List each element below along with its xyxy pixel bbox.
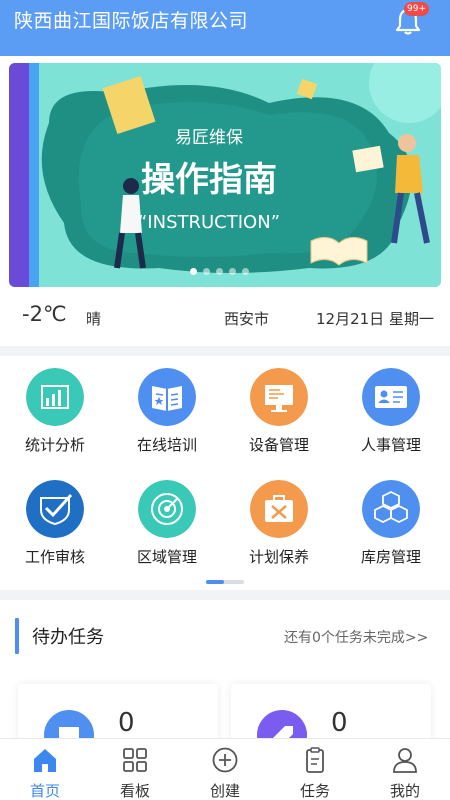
book-icon xyxy=(138,368,196,426)
module-label: 在线培训 xyxy=(136,436,197,454)
module-label: 区域管理 xyxy=(136,548,197,566)
carousel-dot[interactable] xyxy=(242,268,249,275)
tab-label: 看板 xyxy=(119,782,150,800)
tab-create[interactable]: 创建 xyxy=(180,738,270,800)
module-label: 计划保养 xyxy=(248,548,309,566)
module-label: 库房管理 xyxy=(360,548,421,566)
clipboard-icon xyxy=(306,747,324,773)
module-label: 人事管理 xyxy=(360,436,421,454)
grid-icon xyxy=(123,748,147,772)
banner-subline: “INSTRUCTION” xyxy=(138,212,280,233)
carousel-indicator xyxy=(190,268,249,275)
banner-carousel[interactable]: 易匠维保 操作指南 “INSTRUCTION” xyxy=(9,63,441,287)
module-label: 设备管理 xyxy=(248,436,309,454)
tab-label: 我的 xyxy=(389,782,420,800)
module-area[interactable]: 区域管理 xyxy=(112,468,222,568)
module-training[interactable]: 在线培训 xyxy=(112,356,222,456)
plus-circle-icon xyxy=(212,747,238,773)
weather-condition: 晴 xyxy=(86,310,102,328)
id-card-icon xyxy=(362,368,420,426)
banner-headline: 操作指南 xyxy=(141,160,277,200)
banner-brand: 易匠维保 xyxy=(175,128,243,148)
carousel-dot[interactable] xyxy=(229,268,236,275)
module-label: 统计分析 xyxy=(24,436,85,454)
weather-city: 西安市 xyxy=(224,310,270,328)
carousel-dot[interactable] xyxy=(203,268,210,275)
stat-value: 0 xyxy=(331,708,348,738)
carousel-dot[interactable] xyxy=(190,268,197,275)
carousel-dot[interactable] xyxy=(216,268,223,275)
home-icon xyxy=(34,749,56,772)
module-approval[interactable]: 工作审核 xyxy=(0,468,110,568)
module-warehouse[interactable]: 库房管理 xyxy=(336,468,446,568)
notification-badge: 99+ xyxy=(404,2,429,16)
module-maintenance[interactable]: 计划保养 xyxy=(224,468,334,568)
section-accent-bar xyxy=(15,618,19,654)
grid-page-indicator xyxy=(206,580,244,584)
tab-home[interactable]: 首页 xyxy=(0,738,90,800)
toolbox-icon xyxy=(250,480,308,538)
page-indicator-active xyxy=(206,580,224,584)
bar-chart-icon xyxy=(26,368,84,426)
tab-profile[interactable]: 我的 xyxy=(360,738,450,800)
todo-more-link[interactable]: 还有0个任务未完成>> xyxy=(284,627,428,647)
module-label: 工作审核 xyxy=(24,548,85,566)
tab-label: 首页 xyxy=(29,782,60,800)
monitor-icon xyxy=(250,368,308,426)
radar-icon xyxy=(138,480,196,538)
stat-value: 0 xyxy=(118,708,135,738)
tab-label: 任务 xyxy=(299,782,330,800)
cubes-icon xyxy=(362,480,420,538)
company-title: 陕西曲江国际饭店有限公司 xyxy=(14,10,249,32)
weather-temperature: -2℃ xyxy=(22,302,67,326)
weather-date: 12月21日 星期一 xyxy=(316,310,434,328)
check-shield-icon xyxy=(26,480,84,538)
tab-dashboard[interactable]: 看板 xyxy=(90,738,180,800)
tab-tasks[interactable]: 任务 xyxy=(270,738,360,800)
module-equipment[interactable]: 设备管理 xyxy=(224,356,334,456)
banner-illustration: 易匠维保 操作指南 “INSTRUCTION” xyxy=(9,63,441,287)
user-icon xyxy=(393,748,417,773)
module-personnel[interactable]: 人事管理 xyxy=(336,356,446,456)
todo-title: 待办任务 xyxy=(32,627,104,648)
module-statistics[interactable]: 统计分析 xyxy=(0,356,110,456)
tab-label: 创建 xyxy=(209,782,240,800)
